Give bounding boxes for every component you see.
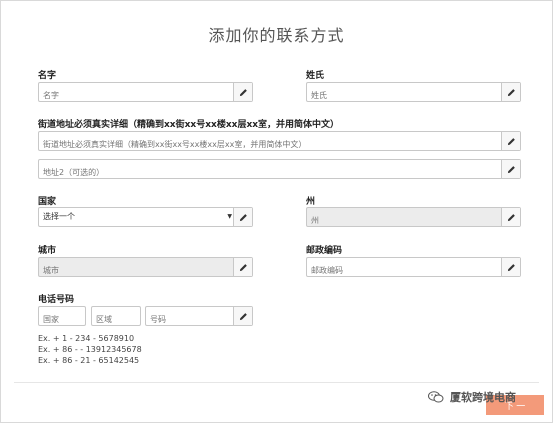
state-field[interactable]	[306, 207, 521, 230]
first-name-input[interactable]	[39, 87, 228, 105]
address2-field[interactable]	[38, 159, 521, 182]
first-name-label: 名字	[38, 71, 57, 81]
pencil-icon[interactable]	[233, 208, 252, 226]
city-input[interactable]	[39, 262, 228, 280]
postal-input[interactable]	[307, 262, 496, 280]
phone-number-field[interactable]	[145, 306, 253, 329]
pencil-icon[interactable]	[501, 208, 520, 226]
street-input[interactable]	[39, 136, 496, 154]
watermark: 厦软跨境电商	[428, 389, 516, 405]
state-label: 州	[306, 197, 316, 207]
divider	[14, 382, 539, 383]
phone-example: Ex. + 1 - 234 - 5678910	[38, 334, 135, 343]
watermark-text: 厦软跨境电商	[450, 391, 516, 404]
country-select[interactable]: 选择一个 ▼	[38, 207, 253, 227]
street-label: 街道地址必须真实详细（精确到xx街xx号xx楼xx层xx室，并用简体中文）	[38, 120, 340, 130]
postal-label: 邮政编码	[306, 246, 343, 256]
pencil-icon[interactable]	[501, 160, 520, 178]
pencil-icon[interactable]	[501, 132, 520, 150]
last-name-input[interactable]	[307, 87, 496, 105]
country-label: 国家	[38, 197, 57, 207]
city-label: 城市	[38, 246, 57, 256]
pencil-icon[interactable]	[501, 258, 520, 276]
phone-number-input[interactable]	[146, 311, 228, 329]
country-selected-value: 选择一个	[43, 212, 75, 221]
street-field[interactable]	[38, 131, 521, 154]
postal-field[interactable]	[306, 257, 521, 280]
phone-area-field[interactable]	[91, 306, 141, 329]
wechat-icon	[428, 391, 444, 403]
phone-example: Ex. + 86 - 21 - 65142545	[38, 356, 140, 365]
page-title: 添加你的联系方式	[208, 26, 345, 45]
last-name-label: 姓氏	[306, 71, 325, 81]
address2-input[interactable]	[39, 164, 496, 182]
pencil-icon[interactable]	[233, 307, 252, 325]
phone-country-field[interactable]	[38, 306, 86, 329]
pencil-icon[interactable]	[233, 258, 252, 276]
pencil-icon[interactable]	[501, 83, 520, 101]
phone-area-input[interactable]	[92, 311, 140, 329]
pencil-icon[interactable]	[233, 83, 252, 101]
phone-country-input[interactable]	[39, 311, 85, 329]
state-input[interactable]	[307, 212, 496, 230]
phone-label: 电话号码	[38, 295, 75, 305]
last-name-field[interactable]	[306, 82, 521, 105]
phone-example: Ex. + 86 - - 13912345678	[38, 345, 142, 354]
city-field[interactable]	[38, 257, 253, 280]
caret-down-icon[interactable]: ▼	[227, 208, 232, 226]
first-name-field[interactable]	[38, 82, 253, 105]
